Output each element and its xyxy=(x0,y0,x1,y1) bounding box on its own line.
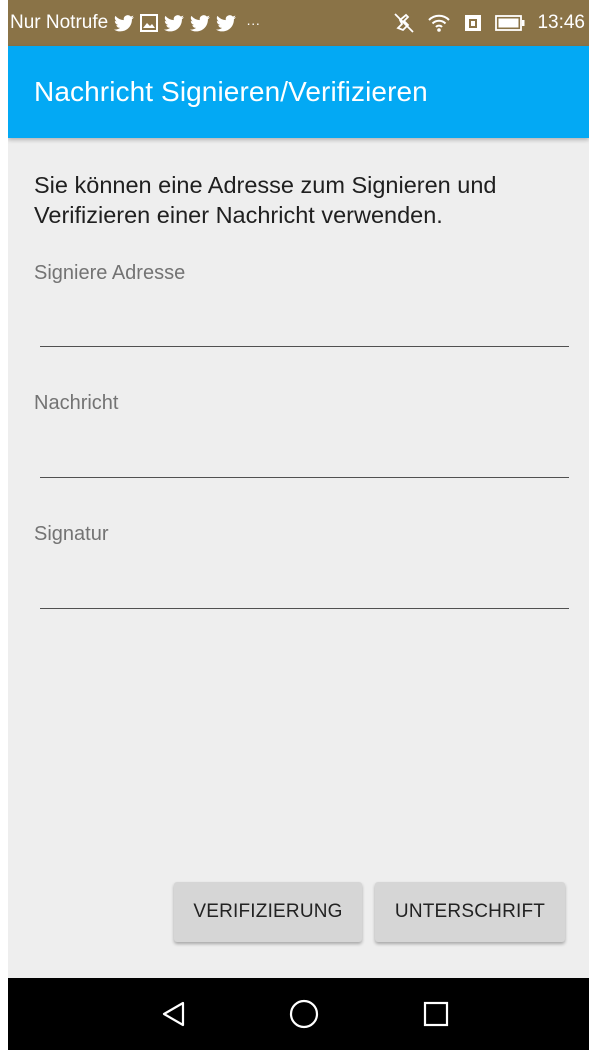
back-icon[interactable] xyxy=(156,996,192,1032)
home-icon[interactable] xyxy=(286,996,322,1032)
sign-button[interactable]: UNTERSCHRIFT xyxy=(375,882,565,942)
signature-label: Signatur xyxy=(34,523,109,545)
verify-button[interactable]: VERIFIZIERUNG xyxy=(174,882,362,942)
address-input[interactable] xyxy=(40,310,569,347)
screen: Nur Notrufe ··· 13:46 Nachricht Signiere… xyxy=(8,0,589,1050)
wifi-icon xyxy=(427,13,451,33)
status-time: 13:46 xyxy=(537,12,585,33)
sim-icon xyxy=(463,13,483,33)
status-right: 13:46 xyxy=(393,12,589,34)
signature-input[interactable] xyxy=(40,572,569,609)
recents-icon[interactable] xyxy=(418,996,454,1032)
carrier-text: Nur Notrufe xyxy=(10,12,109,33)
overflow-notifications: ··· xyxy=(246,15,261,31)
status-bar: Nur Notrufe ··· 13:46 xyxy=(8,0,589,46)
twitter-icon xyxy=(164,14,185,32)
page-title: Nachricht Signieren/Verifizieren xyxy=(34,76,428,107)
battery-icon xyxy=(495,15,525,31)
image-icon xyxy=(140,14,159,32)
twitter-icon xyxy=(114,14,135,32)
twitter-icon xyxy=(216,14,237,32)
message-input[interactable] xyxy=(40,441,569,478)
status-left: Nur Notrufe ··· xyxy=(8,12,260,34)
twitter-icon xyxy=(190,14,211,32)
intro-text: Sie können eine Adresse zum Signieren un… xyxy=(34,172,497,228)
address-label: Signiere Adresse xyxy=(34,262,186,284)
nav-bar xyxy=(8,978,589,1050)
mute-icon xyxy=(393,12,415,34)
message-label: Nachricht xyxy=(34,392,119,414)
app-bar: Nachricht Signieren/Verifizieren xyxy=(8,46,589,138)
